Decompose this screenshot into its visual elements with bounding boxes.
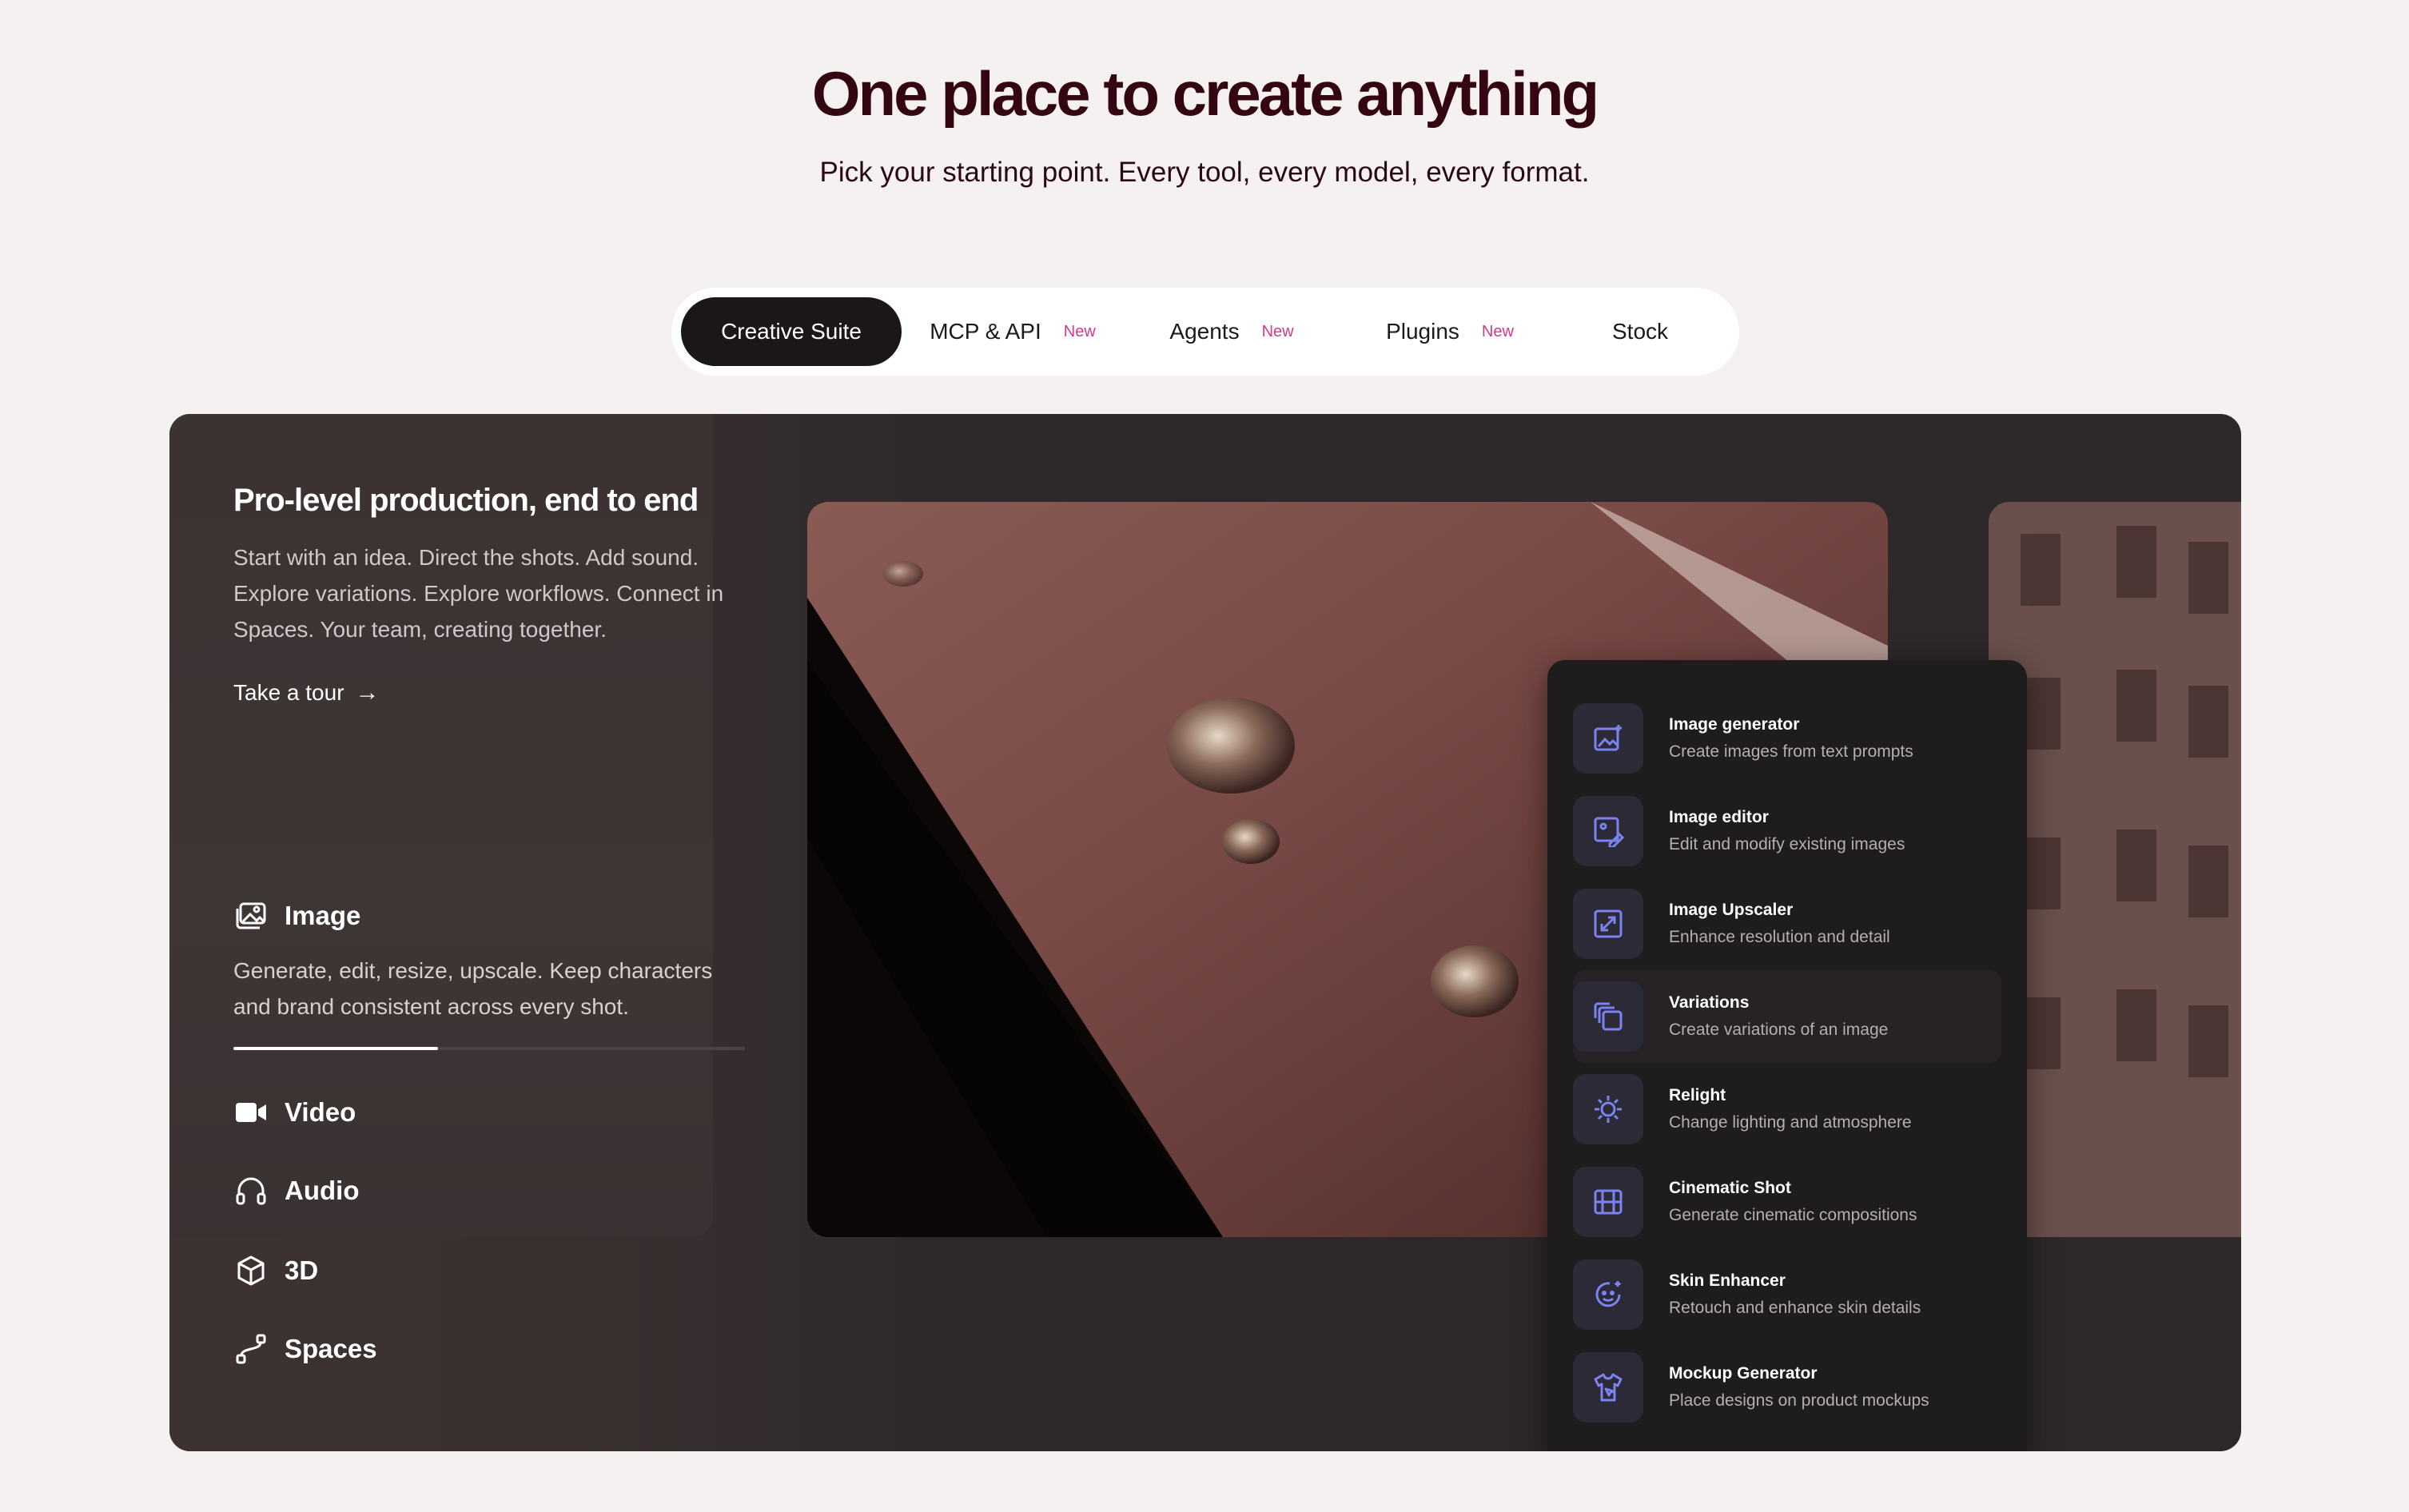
take-a-tour-link[interactable]: Take a tour → [233, 679, 753, 706]
menu-item-variations[interactable]: Variations Create variations of an image [1573, 970, 2001, 1063]
menu-item-desc: Place designs on product mockups [1669, 1391, 1929, 1410]
tab-agents[interactable]: Agents New [1124, 297, 1340, 366]
nodes-icon [233, 1331, 269, 1367]
new-badge: New [1481, 322, 1514, 340]
menu-item-image-generator[interactable]: Image generator Create images from text … [1573, 692, 2001, 785]
menu-item-title: Variations [1669, 993, 1750, 1012]
menu-item-title: Relight [1669, 1086, 1726, 1104]
tab-label: Plugins [1386, 319, 1459, 344]
menu-item-title: Mockup Generator [1669, 1364, 1818, 1383]
layers-icon [1573, 981, 1643, 1052]
tab-stock[interactable]: Stock [1560, 297, 1720, 366]
menu-item-image-upscaler[interactable]: Image Upscaler Enhance resolution and de… [1573, 877, 2001, 970]
expand-icon [1573, 889, 1643, 959]
tab-label: Creative Suite [721, 319, 862, 344]
panel-intro: Pro-level production, end to end Start w… [233, 483, 753, 706]
category-spaces[interactable]: Spaces [233, 1331, 377, 1367]
category-image[interactable]: Image [233, 898, 360, 933]
category-label: Spaces [285, 1334, 377, 1363]
page-subtitle: Pick your starting point. Every tool, ev… [819, 157, 1590, 188]
menu-item-title: Cinematic Shot [1669, 1179, 1791, 1197]
menu-item-image-editor[interactable]: Image editor Edit and modify existing im… [1573, 785, 2001, 877]
category-progress-bar [233, 1047, 745, 1050]
tools-menu: Image generator Create images from text … [1547, 660, 2027, 1451]
headphones-icon [233, 1173, 269, 1208]
menu-item-title: Skin Enhancer [1669, 1271, 1786, 1290]
image-edit-icon [1573, 796, 1643, 866]
new-badge: New [1261, 322, 1294, 340]
menu-item-desc: Create images from text prompts [1669, 742, 1913, 761]
film-icon [1573, 1167, 1643, 1237]
menu-item-mockup-generator[interactable]: Mockup Generator Place designs on produc… [1573, 1341, 2001, 1434]
category-label: Audio [285, 1176, 360, 1205]
category-label: Image [285, 901, 361, 930]
menu-item-desc: Change lighting and atmosphere [1669, 1113, 1912, 1132]
category-label: Video [285, 1097, 356, 1127]
panel-description: Start with an idea. Direct the shots. Ad… [233, 545, 724, 642]
image-icon [233, 898, 269, 933]
category-3d[interactable]: 3D [233, 1253, 318, 1288]
tab-mcp-api[interactable]: MCP & API New [902, 297, 1124, 366]
menu-item-desc: Edit and modify existing images [1669, 835, 1905, 853]
tab-label: Agents [1169, 319, 1240, 344]
sun-icon [1573, 1074, 1643, 1144]
menu-item-desc: Retouch and enhance skin details [1669, 1299, 1921, 1317]
tab-plugins[interactable]: Plugins New [1340, 297, 1560, 366]
tab-creative-suite[interactable]: Creative Suite [681, 297, 902, 366]
category-video[interactable]: Video [233, 1095, 356, 1130]
menu-item-desc: Enhance resolution and detail [1669, 928, 1890, 946]
new-badge: New [1063, 322, 1096, 340]
tab-label: Stock [1611, 319, 1669, 344]
category-description: Generate, edit, resize, upscale. Keep ch… [233, 958, 713, 1019]
menu-item-cinematic-shot[interactable]: Cinematic Shot Generate cinematic compos… [1573, 1156, 2001, 1248]
menu-item-desc: Create variations of an image [1669, 1021, 1889, 1039]
category-label: 3D [285, 1255, 319, 1285]
video-camera-icon [233, 1095, 269, 1130]
tab-label: MCP & API [930, 319, 1041, 344]
page-title: One place to create anything [811, 58, 1599, 129]
image-sparkle-icon [1573, 703, 1643, 774]
menu-item-title: Image generator [1669, 715, 1800, 734]
menu-item-desc: Generate cinematic compositions [1669, 1206, 1917, 1224]
arrow-right-icon: → [355, 679, 380, 706]
shirt-icon [1573, 1352, 1643, 1422]
menu-item-skin-enhancer[interactable]: Skin Enhancer Retouch and enhance skin d… [1573, 1248, 2001, 1341]
progress-fill [233, 1047, 438, 1050]
menu-item-title: Image Upscaler [1669, 901, 1794, 919]
menu-item-relight[interactable]: Relight Change lighting and atmosphere [1573, 1063, 2001, 1156]
feature-panel: Pro-level production, end to end Start w… [169, 414, 2241, 1451]
menu-item-title: Image editor [1669, 808, 1769, 826]
product-tabs: Creative Suite MCP & API New Agents New … [671, 288, 1739, 376]
face-sparkle-icon [1573, 1259, 1643, 1330]
category-audio[interactable]: Audio [233, 1173, 359, 1208]
cube-icon [233, 1253, 269, 1288]
tour-label: Take a tour [233, 680, 344, 705]
panel-title: Pro-level production, end to end [233, 483, 699, 518]
